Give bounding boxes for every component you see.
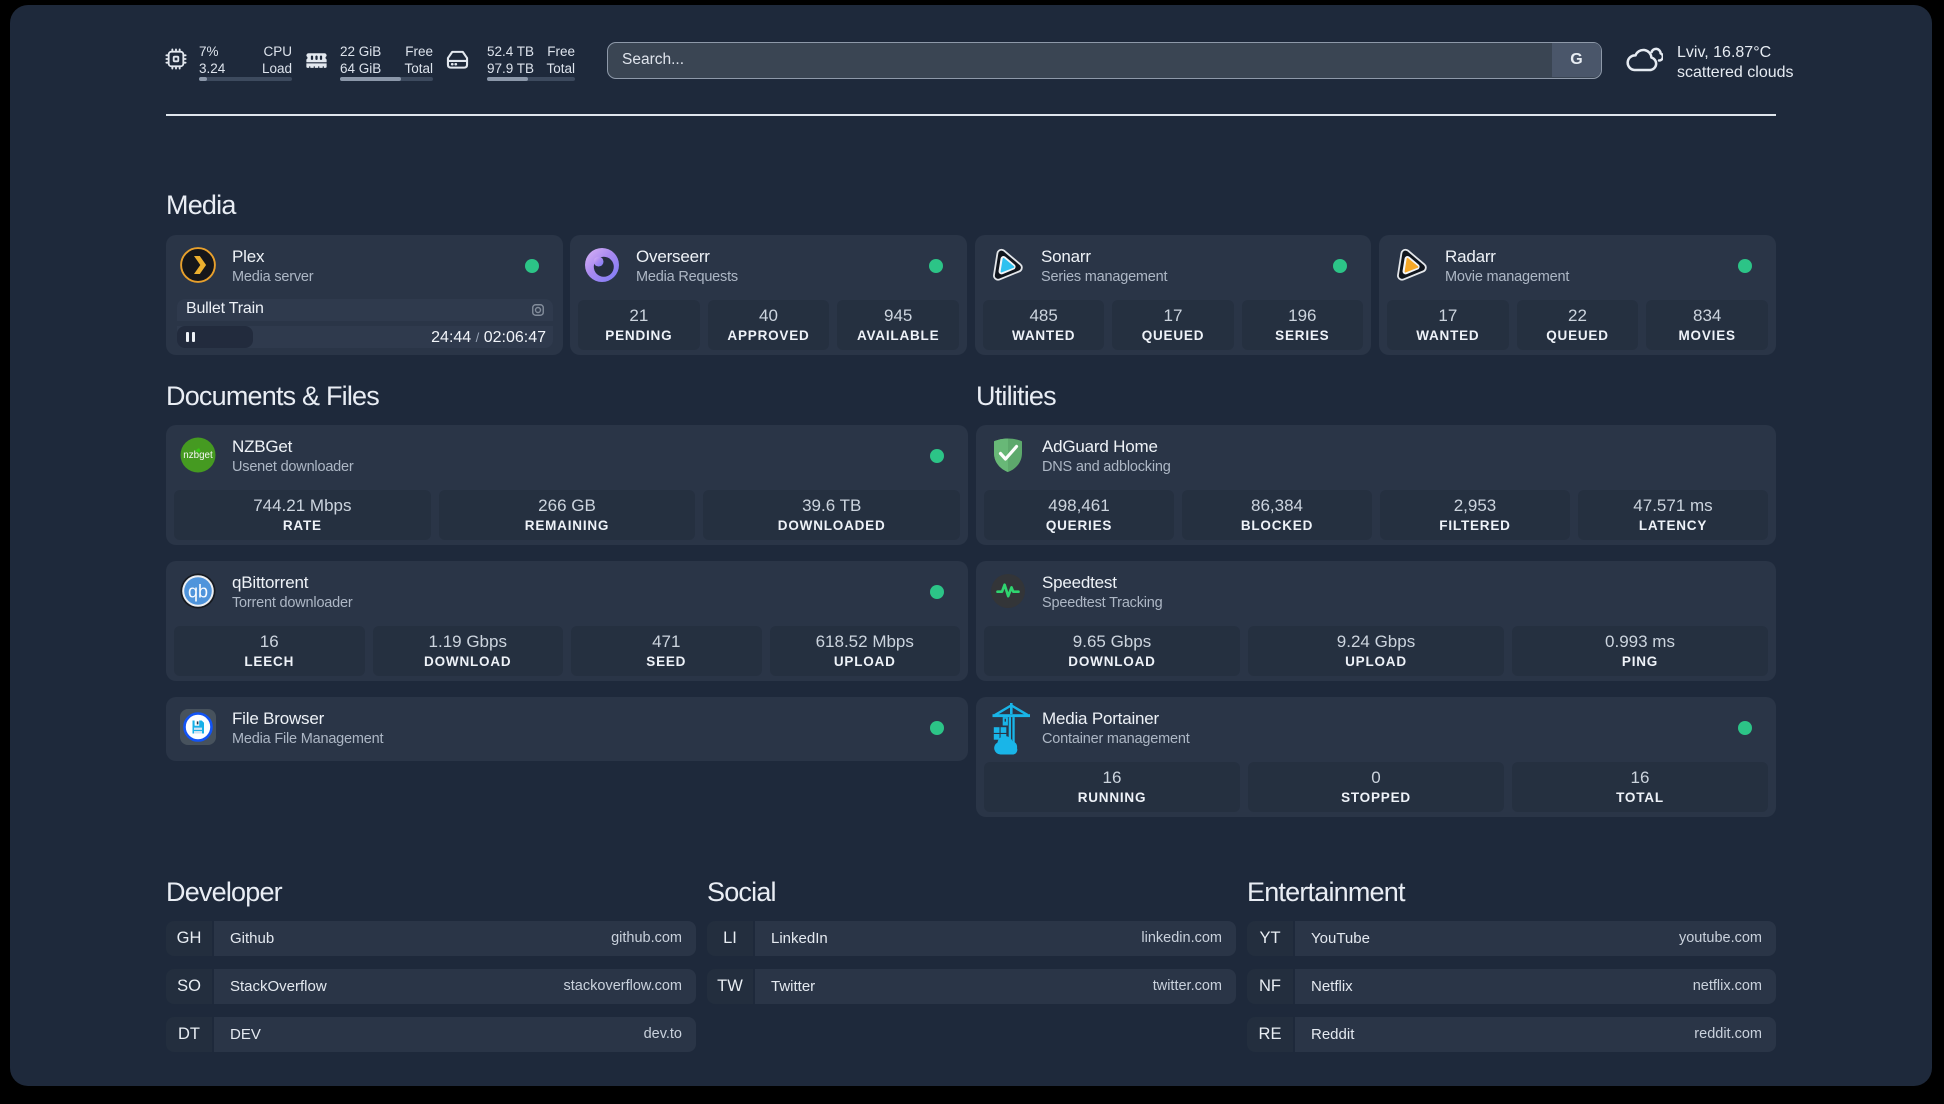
- svg-text:qb: qb: [188, 582, 208, 602]
